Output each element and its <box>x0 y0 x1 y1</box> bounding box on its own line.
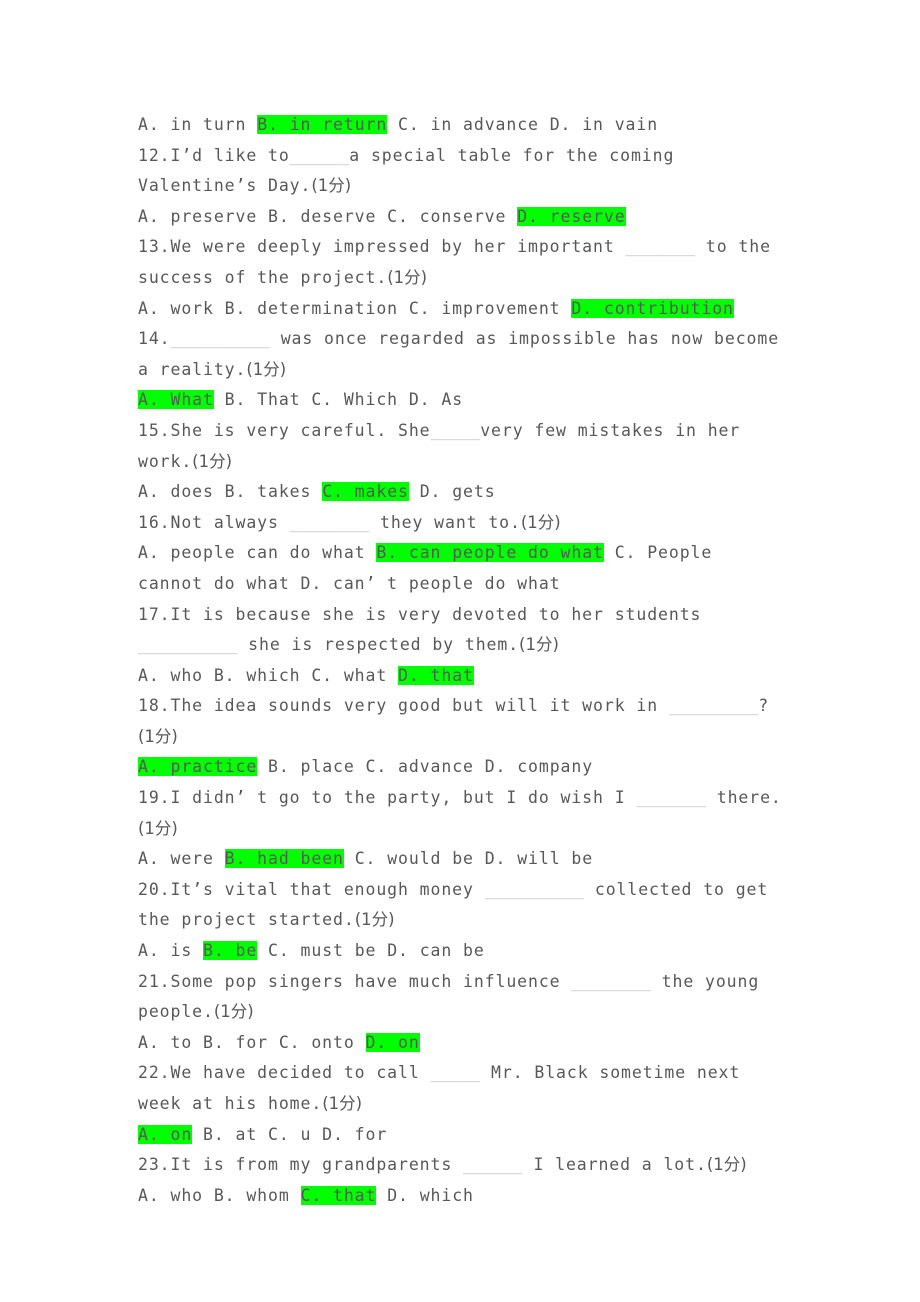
text-run: D. which <box>376 1185 474 1205</box>
highlighted-answer[interactable]: D. reserve <box>517 206 626 226</box>
text-run: they want to. <box>369 512 521 532</box>
answer-blank: __________ <box>138 635 238 655</box>
point-marker: (1分) <box>387 267 428 287</box>
q23-stem: 23.It is from my grandparents ______ I l… <box>138 1150 786 1181</box>
q17-stem: 17.It is because she is very devoted to … <box>138 600 786 661</box>
answer-blank: __________ <box>484 879 585 899</box>
text-run: 20.It’s vital that enough money <box>138 879 485 899</box>
text-run: A. preserve B. deserve C. conserve <box>138 206 518 226</box>
answer-blank: ______ <box>463 1155 523 1175</box>
text-run: A. who B. whom <box>138 1185 301 1205</box>
highlighted-answer[interactable]: D. contribution <box>571 298 734 318</box>
text-run: she is respected by them. <box>237 635 520 655</box>
text-run: 13.We were deeply impressed by her impor… <box>138 237 626 257</box>
answer-blank: _______ <box>625 237 696 257</box>
text-run: 22.We have decided to call <box>138 1063 431 1083</box>
q11-options: A. in turn B. in return C. in advance D.… <box>138 110 786 141</box>
point-marker: (1分) <box>192 451 233 471</box>
q16-options: A. people can do what B. can people do w… <box>138 538 786 599</box>
text-run: B. place C. advance D. company <box>257 757 594 777</box>
text-run: A. does B. takes <box>138 482 323 502</box>
text-run: A. to B. for C. onto <box>138 1032 366 1052</box>
q20-options: A. is B. be C. must be D. can be <box>138 936 786 967</box>
q15-stem: 15.She is very careful. She_____very few… <box>138 416 786 477</box>
text-run: 21.Some pop singers have much influence <box>138 971 572 991</box>
q12-stem: 12.I’d like to______a special table for … <box>138 141 786 202</box>
text-run: 23.It is from my grandparents <box>138 1155 464 1175</box>
q13-options: A. work B. determination C. improvement … <box>138 294 786 325</box>
text-run: 17.It is because she is very devoted to … <box>138 604 713 624</box>
point-marker: (1分) <box>354 910 395 930</box>
text-run: C. must be D. can be <box>257 941 485 961</box>
q21-stem: 21.Some pop singers have much influence … <box>138 967 786 1028</box>
text-run: A. people can do what <box>138 543 377 563</box>
point-marker: (1分) <box>213 1002 254 1022</box>
q16-stem: 16.Not always ________ they want to.(1分) <box>138 508 786 539</box>
text-run: there. <box>705 788 782 808</box>
answer-blank: ________ <box>289 512 370 532</box>
text-run: 14. <box>138 329 171 349</box>
q14-options: A. What B. That C. Which D. As <box>138 385 786 416</box>
text-run: A. is <box>138 941 204 961</box>
answer-blank: __________ <box>170 329 270 349</box>
point-marker: (1分) <box>520 512 561 532</box>
text-run: 12.I’d like to <box>138 145 290 165</box>
text-run: C. would be D. will be <box>343 849 594 869</box>
text-run: B. That C. Which D. As <box>213 390 464 410</box>
answer-blank: ________ <box>571 971 651 991</box>
text-run: C. in advance D. in vain <box>387 115 659 134</box>
highlighted-answer[interactable]: D. that <box>398 665 474 685</box>
point-marker: (1分) <box>311 176 352 196</box>
text-run: A. work B. determination C. improvement <box>138 298 572 318</box>
point-marker: (1分) <box>246 359 287 379</box>
point-marker: (1分) <box>138 726 178 746</box>
highlighted-answer[interactable]: A. What <box>138 390 214 410</box>
text-run: A. who B. which C. what <box>138 665 399 685</box>
point-marker: (1分) <box>138 818 178 838</box>
q17-options: A. who B. which C. what D. that <box>138 661 786 692</box>
answer-blank: _____ <box>430 420 481 440</box>
answer-blank: _______ <box>636 788 706 808</box>
answer-blank: _________ <box>668 696 759 716</box>
q19-options: A. were B. had been C. would be D. will … <box>138 844 786 875</box>
q14-stem: 14.__________ was once regarded as impos… <box>138 324 786 385</box>
highlighted-answer[interactable]: B. can people do what <box>376 543 604 563</box>
text-run: D. gets <box>408 482 496 502</box>
document-page: A. in turn B. in return C. in advance D.… <box>0 0 920 1302</box>
highlighted-answer[interactable]: B. in return <box>257 115 388 134</box>
q20-stem: 20.It’s vital that enough money ________… <box>138 875 786 936</box>
q22-stem: 22.We have decided to call _____ Mr. Bla… <box>138 1058 786 1119</box>
text-run: 15.She is very careful. She <box>138 420 431 440</box>
point-marker: (1分) <box>519 635 559 655</box>
highlighted-answer[interactable]: C. makes <box>322 482 409 502</box>
point-marker: (1分) <box>322 1094 363 1113</box>
highlighted-answer[interactable]: A. practice <box>138 757 258 777</box>
highlighted-answer[interactable]: B. had been <box>224 849 344 869</box>
text-run: 16.Not always <box>138 512 290 532</box>
q23-options: A. who B. whom C. that D. which <box>138 1181 786 1212</box>
point-marker: (1分) <box>706 1155 747 1175</box>
highlighted-answer[interactable]: C. that <box>300 1185 377 1205</box>
text-run: I learned a lot. <box>522 1155 707 1175</box>
text-run: ? <box>758 696 770 716</box>
q19-stem: 19.I didn’ t go to the party, but I do w… <box>138 783 786 844</box>
q15-options: A. does B. takes C. makes D. gets <box>138 477 786 508</box>
highlighted-answer[interactable]: A. on <box>138 1124 193 1144</box>
exam-question-list: A. in turn B. in return C. in advance D.… <box>138 110 786 1211</box>
q18-options: A. practice B. place C. advance D. compa… <box>138 752 786 783</box>
answer-blank: _____ <box>430 1063 481 1083</box>
highlighted-answer[interactable]: D. on <box>365 1032 420 1052</box>
text-run: A. in turn <box>138 115 258 134</box>
text-run: A. were <box>138 849 225 869</box>
text-run: 18.The idea sounds very good but will it… <box>138 696 669 716</box>
q13-stem: 13.We were deeply impressed by her impor… <box>138 232 786 293</box>
highlighted-answer[interactable]: B. be <box>203 941 258 961</box>
q18-stem: 18.The idea sounds very good but will it… <box>138 691 786 752</box>
q21-options: A. to B. for C. onto D. on <box>138 1028 786 1059</box>
text-run: B. at C. u D. for <box>192 1124 388 1144</box>
text-run: 19.I didn’ t go to the party, but I do w… <box>138 788 637 808</box>
q22-options: A. on B. at C. u D. for <box>138 1120 786 1151</box>
q12-options: A. preserve B. deserve C. conserve D. re… <box>138 202 786 233</box>
answer-blank: ______ <box>289 145 350 165</box>
